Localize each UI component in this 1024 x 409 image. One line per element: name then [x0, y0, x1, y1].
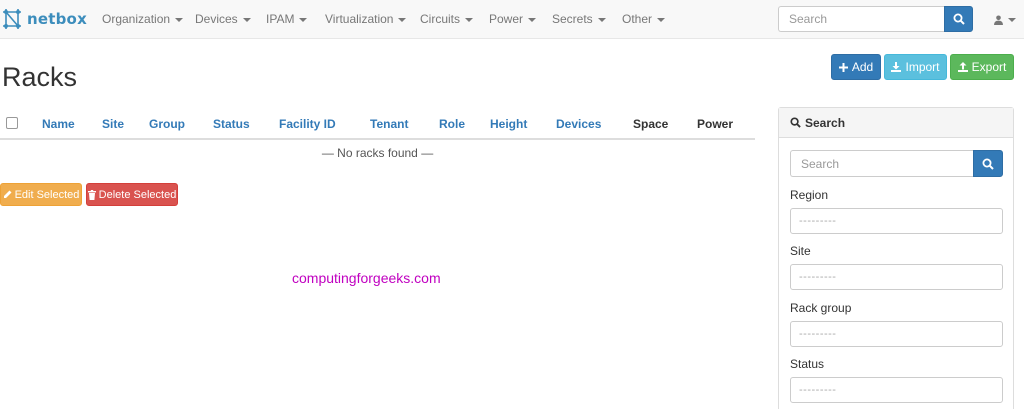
nav-label: Circuits	[420, 12, 461, 26]
column-header-space: Space	[633, 117, 669, 131]
filter-panel-title: Search	[805, 115, 846, 130]
add-button-label: Add	[851, 60, 874, 74]
region-label: Region	[790, 188, 829, 202]
search-icon	[953, 13, 965, 25]
rack-group-select[interactable]: ---------	[790, 321, 1003, 347]
nav-devices[interactable]: Devices	[195, 0, 251, 38]
plus-icon	[838, 62, 848, 72]
site-select[interactable]: ---------	[790, 264, 1003, 290]
export-button[interactable]: Export	[950, 54, 1014, 80]
user-icon	[994, 15, 1003, 25]
trash-icon	[87, 189, 96, 200]
search-filter-panel: Search Region --------- Site --------- R…	[778, 107, 1014, 409]
search-icon	[982, 158, 994, 170]
nav-organization[interactable]: Organization	[102, 0, 184, 38]
nav-label: Power	[489, 12, 524, 26]
watermark-text: computingforgeeks.com	[292, 270, 441, 286]
nav-virtualization[interactable]: Virtualization	[325, 0, 407, 38]
nav-search-input[interactable]	[778, 6, 944, 32]
export-button-label: Export	[971, 60, 1007, 74]
add-button[interactable]: Add	[831, 54, 881, 80]
status-label: Status	[790, 357, 825, 371]
nav-label: Devices	[195, 12, 238, 26]
upload-icon	[957, 62, 968, 72]
column-header-devices[interactable]: Devices	[556, 108, 601, 140]
download-icon	[891, 62, 902, 72]
column-header-name[interactable]: Name	[42, 108, 75, 140]
import-button-label: Import	[905, 60, 940, 74]
caret-down-icon	[175, 17, 184, 22]
caret-down-icon	[1008, 17, 1016, 22]
region-select[interactable]: ---------	[790, 208, 1003, 234]
edit-selected-button[interactable]: Edit Selected	[0, 183, 82, 206]
status-select[interactable]: ---------	[790, 377, 1003, 403]
caret-down-icon	[528, 17, 537, 22]
nav-secrets[interactable]: Secrets	[552, 0, 606, 38]
column-header-status[interactable]: Status	[213, 108, 250, 140]
filter-search-button[interactable]	[973, 150, 1003, 177]
top-navbar: netbox Organization Devices IPAM Virtual…	[0, 0, 1024, 39]
racks-table-header: Name Site Group Status Facility ID Tenan…	[0, 108, 755, 140]
nav-circuits[interactable]: Circuits	[420, 0, 474, 38]
filter-panel-heading: Search	[779, 108, 1013, 138]
nav-other[interactable]: Other	[622, 0, 666, 38]
nav-ipam[interactable]: IPAM	[266, 0, 308, 38]
column-header-site[interactable]: Site	[102, 108, 124, 140]
edit-selected-label: Edit Selected	[14, 188, 80, 201]
brand-name: netbox	[27, 10, 87, 28]
nav-label: Virtualization	[325, 12, 394, 26]
user-menu[interactable]	[994, 0, 1016, 38]
column-header-facility-id[interactable]: Facility ID	[279, 108, 336, 140]
nav-label: Organization	[102, 12, 171, 26]
caret-down-icon	[299, 17, 308, 22]
rack-group-label: Rack group	[790, 301, 852, 315]
nav-label: IPAM	[266, 12, 295, 26]
caret-down-icon	[597, 17, 606, 22]
delete-selected-label: Delete Selected	[98, 188, 177, 201]
pencil-icon	[3, 190, 12, 198]
nav-label: Secrets	[552, 12, 593, 26]
nav-search-group	[778, 6, 973, 32]
nav-power[interactable]: Power	[489, 0, 537, 38]
page-title: Racks	[2, 62, 78, 92]
nav-search-button[interactable]	[944, 6, 973, 32]
filter-search-group	[790, 150, 1003, 177]
empty-table-message: — No racks found —	[321, 146, 434, 160]
import-button[interactable]: Import	[884, 54, 947, 80]
caret-down-icon	[465, 17, 474, 22]
brand-logo-link[interactable]: netbox	[0, 6, 87, 32]
column-header-height[interactable]: Height	[490, 108, 527, 140]
select-all-checkbox[interactable]	[6, 117, 18, 129]
caret-down-icon	[242, 17, 251, 22]
nav-label: Other	[622, 12, 653, 26]
column-header-tenant[interactable]: Tenant	[370, 108, 408, 140]
delete-selected-button[interactable]: Delete Selected	[86, 183, 178, 206]
column-header-role[interactable]: Role	[439, 108, 465, 140]
caret-down-icon	[398, 17, 407, 22]
column-header-group[interactable]: Group	[149, 108, 185, 140]
filter-search-input[interactable]	[790, 150, 973, 177]
site-label: Site	[790, 244, 811, 258]
netbox-logo-icon	[3, 9, 21, 29]
column-header-power: Power	[697, 117, 734, 131]
search-icon	[790, 117, 801, 128]
caret-down-icon	[657, 17, 666, 22]
